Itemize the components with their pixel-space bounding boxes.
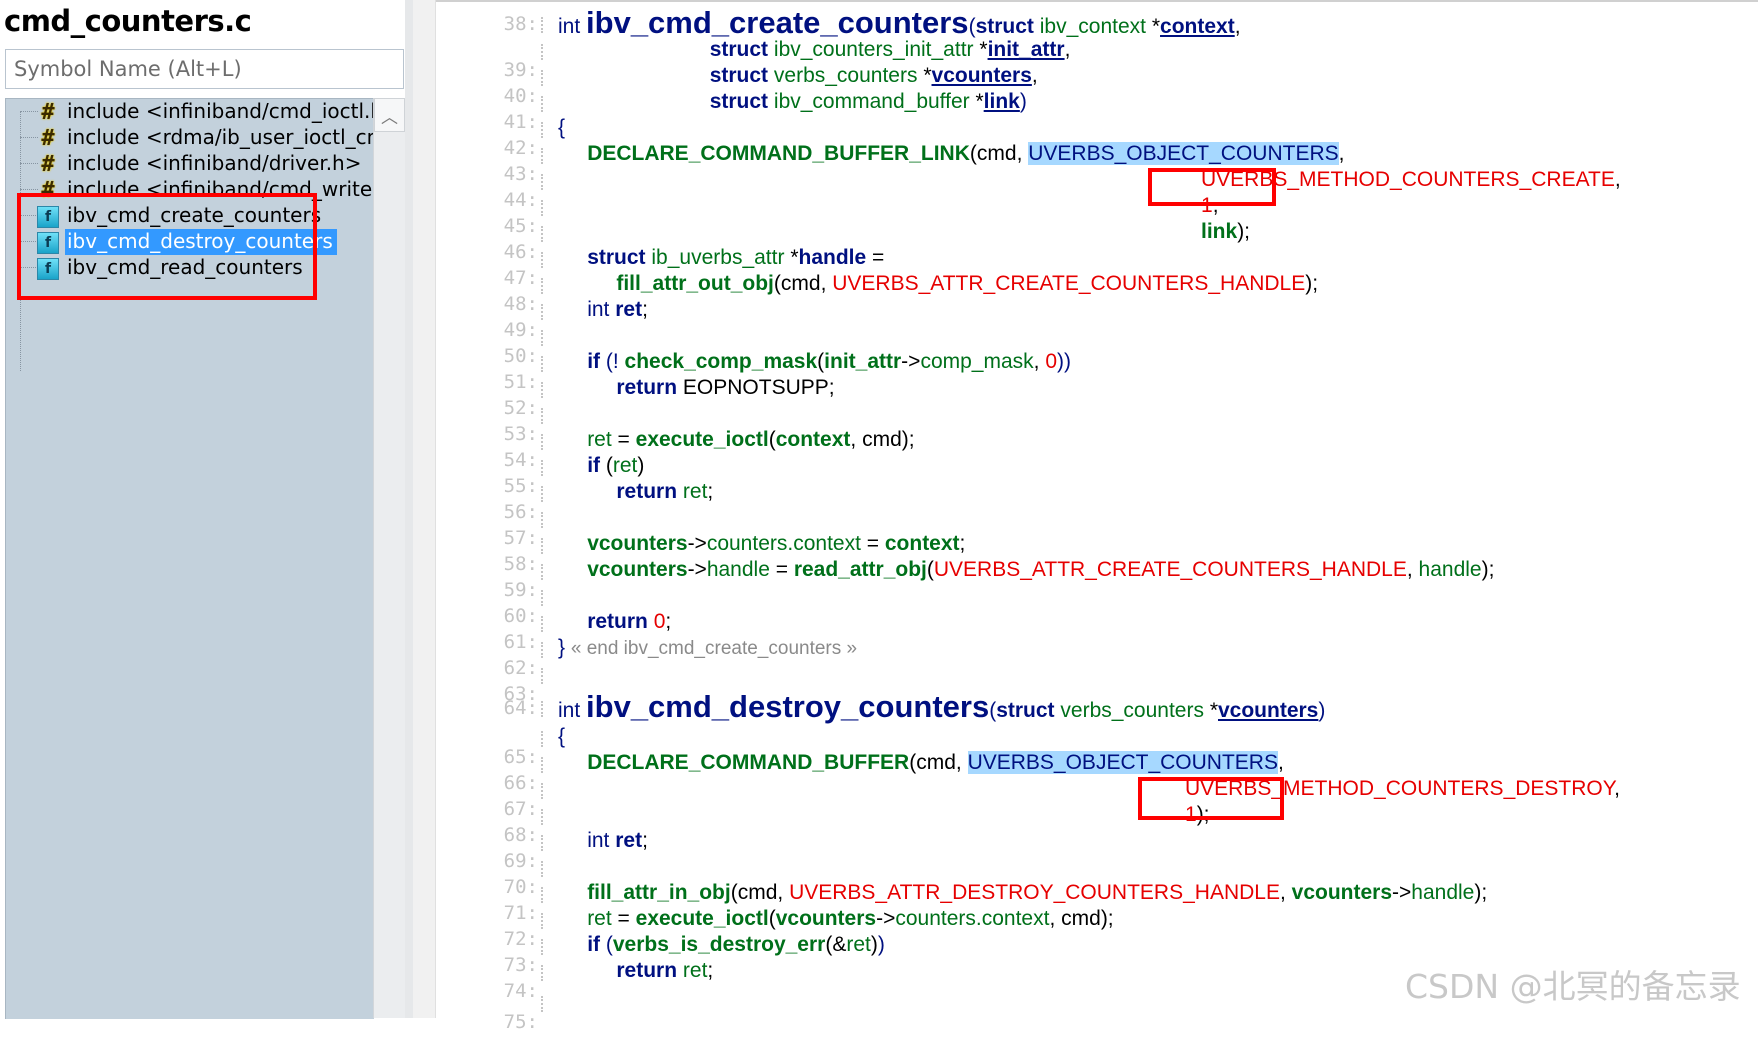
function-name-create[interactable]: ibv_cmd_create_counters [586, 5, 969, 40]
type-command-buffer[interactable]: ibv_command_buffer [774, 90, 970, 113]
code-line-68: 68: 1); [413, 803, 1758, 846]
symbol-item-include-ib-user-ioctl-cmds[interactable]: # include <rdma/ib_user_ioctl_cmds.h> [6, 125, 374, 151]
param-vcounters[interactable]: vcounters [1218, 699, 1318, 722]
type-init-attr[interactable]: ibv_counters_init_attr [774, 38, 974, 61]
param-vcounters[interactable]: vcounters [932, 64, 1032, 87]
code-line-51: 51: if (! check_comp_mask(init_attr->com… [413, 350, 1758, 393]
watermark: CSDN @北冥的备忘录 [1405, 967, 1741, 1006]
annotation-box-create [1148, 168, 1276, 206]
call-check-comp-mask[interactable]: check_comp_mask [625, 350, 818, 373]
param-link[interactable]: link [984, 90, 1020, 113]
code-line-58: 58: vcounters->counters.context = contex… [413, 532, 1758, 575]
code-line-49: 49: int ret; [413, 298, 1758, 341]
line-number: 38: [503, 13, 538, 35]
code-line-45: 45: 1, [413, 194, 1758, 237]
macro-suffix-create: _CREATE [1519, 168, 1615, 191]
code-line-54: 54: ret = execute_ioctl(context, cmd); [413, 428, 1758, 471]
code-line-43: 43: DECLARE_COMMAND_BUFFER_LINK(cmd, UVE… [413, 142, 1758, 185]
symbol-label: include <rdma/ib_user_ioctl_cmds.h> [67, 125, 374, 149]
annotation-box-destroy [1138, 777, 1284, 820]
code-line-55: 55: if (ret) [413, 454, 1758, 497]
code-line-39: 39: struct ibv_counters_init_attr *init_… [413, 38, 1758, 81]
code-line-50: 50: [413, 324, 1758, 367]
code-line-53: 53: [413, 402, 1758, 445]
code-line-42: 42: { [413, 116, 1758, 159]
line-number: 75: [503, 1011, 538, 1033]
symbol-search-box[interactable] [5, 49, 404, 89]
code-line-57: 57: [413, 506, 1758, 549]
code-line-70: 70: [413, 855, 1758, 898]
include-hash-icon: # [41, 100, 55, 125]
include-hash-icon: # [41, 152, 55, 177]
symbol-tree-scrollbar[interactable]: ︿ [373, 98, 406, 1018]
call-read-attr-obj[interactable]: read_attr_obj [794, 558, 927, 581]
local-ret[interactable]: ret [615, 298, 642, 321]
var-link[interactable]: link [1201, 220, 1237, 243]
macro-suffix-destroy: _DESTROY [1503, 777, 1615, 800]
symbol-search-input[interactable] [6, 50, 403, 88]
symbol-label: include <infiniband/cmd_ioctl.h> [67, 99, 374, 123]
macro-declare-command-buffer-link[interactable]: DECLARE_COMMAND_BUFFER_LINK [587, 142, 970, 165]
code-line-71: 71: fill_attr_in_obj(cmd, UVERBS_ATTR_DE… [413, 881, 1758, 924]
function-name-destroy[interactable]: ibv_cmd_destroy_counters [586, 689, 989, 724]
code-line-63: 63: [413, 662, 1758, 705]
code-line-73: 73: if (verbs_is_destroy_err(&ret)) [413, 933, 1758, 976]
code-line-47: 47: struct ib_uverbs_attr *handle = [413, 246, 1758, 289]
code-line-48: 48: fill_attr_out_obj(cmd, UVERBS_ATTR_C… [413, 272, 1758, 315]
call-execute-ioctl[interactable]: execute_ioctl [636, 428, 769, 451]
code-line-46: 46: link); [413, 220, 1758, 263]
code-line-56: 56: return ret; [413, 480, 1758, 523]
code-line-52: 52: return EOPNOTSUPP; [413, 376, 1758, 419]
symbol-item-include-cmd-ioctl[interactable]: # include <infiniband/cmd_ioctl.h> [6, 99, 374, 125]
code-line-66: 66: DECLARE_COMMAND_BUFFER(cmd, UVERBS_O… [413, 751, 1758, 794]
code-line-65: 65: { [413, 725, 1758, 768]
keyword-int: int [558, 15, 581, 38]
code-line-72: 72: ret = execute_ioctl(vcounters->count… [413, 907, 1758, 950]
code-line-60: 60: [413, 584, 1758, 627]
annotation-box-function-list [17, 193, 317, 300]
code-line-41: 41: struct ibv_command_buffer *link) [413, 90, 1758, 133]
local-handle[interactable]: handle [799, 246, 867, 269]
code-line-38: 38: int ibv_cmd_create_counters(struct i… [413, 5, 1758, 40]
call-fill-attr-out-obj[interactable]: fill_attr_out_obj [616, 272, 774, 295]
code-editor[interactable]: 38: int ibv_cmd_create_counters(struct i… [413, 0, 1758, 1033]
param-init-attr[interactable]: init_attr [988, 38, 1065, 61]
code-line-59: 59: vcounters->handle = read_attr_obj(UV… [413, 558, 1758, 601]
type-ibv-context[interactable]: ibv_context [1040, 15, 1146, 38]
type-ib-uverbs-attr[interactable]: ib_uverbs_attr [651, 246, 784, 269]
code-line-62: 62: } « end ibv_cmd_create_counters » [413, 636, 1758, 679]
code-line-67: 67: UVERBS_METHOD_COUNTERS_DESTROY, [413, 777, 1758, 820]
panel-splitter[interactable] [405, 0, 413, 1018]
code-line-64: 64: int ibv_cmd_destroy_counters(struct … [413, 689, 1758, 724]
call-verbs-is-destroy-err[interactable]: verbs_is_destroy_err [613, 933, 825, 956]
line-number: 64: [503, 697, 538, 719]
symbol-label: include <infiniband/driver.h> [67, 151, 362, 175]
file-title: cmd_counters.c [4, 4, 252, 38]
code-line-44: 44: UVERBS_METHOD_COUNTERS_CREATE, [413, 168, 1758, 211]
macro-declare-command-buffer[interactable]: DECLARE_COMMAND_BUFFER [587, 751, 909, 774]
include-hash-icon: # [41, 126, 55, 151]
macro-attr-create-counters-handle[interactable]: UVERBS_ATTR_CREATE_COUNTERS_HANDLE [832, 272, 1305, 295]
macro-uverbs-object-counters[interactable]: UVERBS_OBJECT_COUNTERS [1028, 142, 1339, 165]
scroll-up-chevron-icon[interactable]: ︿ [374, 98, 405, 132]
code-line-69: 69: int ret; [413, 829, 1758, 872]
symbol-window: cmd_counters.c # include <infiniband/cmd… [0, 0, 413, 1019]
code-line-40: 40: struct verbs_counters *vcounters, [413, 64, 1758, 107]
type-verbs-counters[interactable]: verbs_counters [774, 64, 918, 87]
call-fill-attr-in-obj[interactable]: fill_attr_in_obj [587, 881, 731, 904]
end-function-comment: « end ibv_cmd_create_counters » [570, 638, 858, 659]
const-eopnotsupp[interactable]: EOPNOTSUPP [683, 376, 829, 399]
symbol-item-include-driver[interactable]: # include <infiniband/driver.h> [6, 151, 374, 177]
macro-attr-destroy-counters-handle[interactable]: UVERBS_ATTR_DESTROY_COUNTERS_HANDLE [789, 881, 1280, 904]
code-line-61: 61: return 0; [413, 610, 1758, 653]
param-context[interactable]: context [1160, 15, 1235, 38]
